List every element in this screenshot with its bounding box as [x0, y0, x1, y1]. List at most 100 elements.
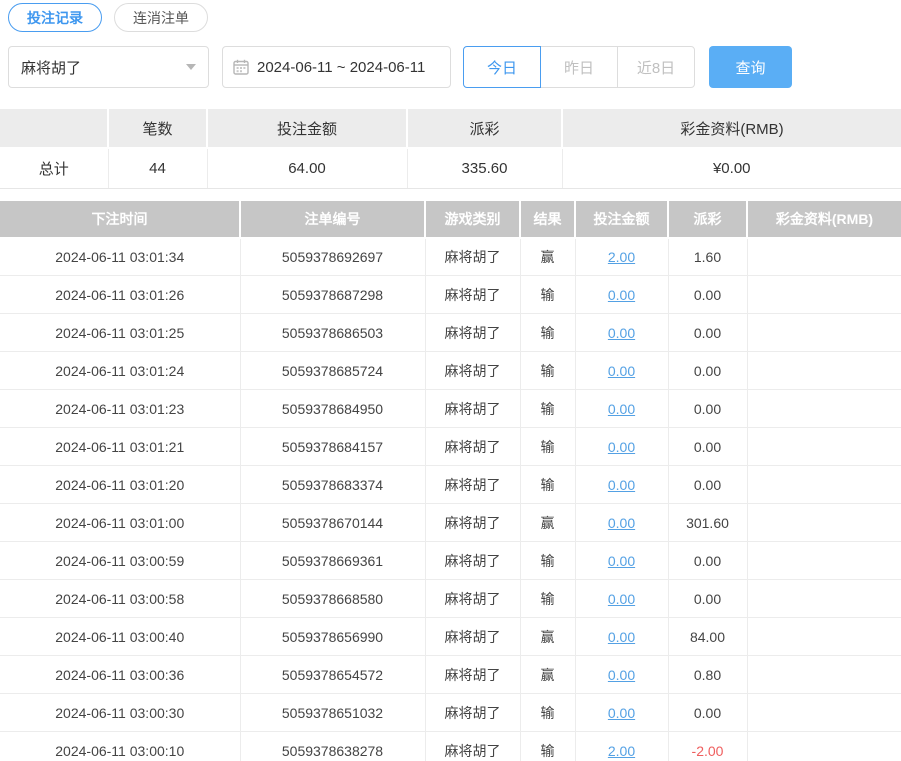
cell-id: 5059378687298 — [240, 275, 426, 314]
table-row: 2024-06-11 03:01:25 5059378686503 麻将胡了输 0.0… — [0, 313, 901, 352]
last-8-days-button[interactable]: 近8日 — [617, 46, 695, 88]
cell-id: 5059378668580 — [240, 579, 426, 618]
bet-amount-link[interactable]: 0.00 — [608, 363, 635, 379]
bet-amount-link[interactable]: 0.00 — [608, 401, 635, 417]
cell-payout: 0.00 — [668, 351, 748, 390]
cell-payout: 0.80 — [668, 655, 748, 694]
table-row: 2024-06-11 03:01:20 5059378683374 麻将胡了输 0.0… — [0, 465, 901, 504]
header-game-type: 游戏类别 — [425, 200, 521, 238]
cell-bet: 2.00 — [575, 236, 669, 276]
cell-result: 赢 — [520, 236, 576, 276]
cell-time: 2024-06-11 03:00:36 — [0, 655, 241, 694]
cell-time: 2024-06-11 03:00:58 — [0, 579, 241, 618]
cell-game: 麻将胡了 — [425, 731, 521, 761]
tab-bet-records-label: 投注记录 — [27, 9, 83, 26]
quick-date-button-group: 今日 昨日 近8日 — [463, 46, 695, 88]
tab-bet-records[interactable]: 投注记录 — [8, 3, 102, 32]
cell-id: 5059378684157 — [240, 427, 426, 466]
cell-id: 5059378684950 — [240, 389, 426, 428]
cell-time: 2024-06-11 03:01:25 — [0, 313, 241, 352]
cell-id: 5059378638278 — [240, 731, 426, 761]
cell-bonus — [747, 541, 901, 580]
cell-time: 2024-06-11 03:01:26 — [0, 275, 241, 314]
cell-bonus — [747, 389, 901, 428]
summary-header-count: 笔数 — [108, 109, 208, 148]
cell-bet: 2.00 — [575, 731, 669, 761]
today-button[interactable]: 今日 — [463, 46, 541, 88]
cell-game: 麻将胡了 — [425, 655, 521, 694]
summary-total-payout: 335.60 — [407, 147, 563, 189]
search-button[interactable]: 查询 — [709, 46, 792, 88]
bet-amount-link[interactable]: 0.00 — [608, 325, 635, 341]
cell-game: 麻将胡了 — [425, 503, 521, 542]
cell-bet: 0.00 — [575, 503, 669, 542]
cell-bonus — [747, 313, 901, 352]
top-tabs: 投注记录 连消注单 — [0, 0, 901, 32]
summary-total-row: 总计 44 64.00 335.60 ¥0.00 — [0, 147, 901, 189]
cell-result: 输 — [520, 731, 576, 761]
game-type-select[interactable]: 麻将胡了 — [8, 46, 209, 88]
bet-amount-link[interactable]: 0.00 — [608, 705, 635, 721]
table-row: 2024-06-11 03:01:00 5059378670144 麻将胡了赢 0.0… — [0, 503, 901, 542]
cell-result: 输 — [520, 351, 576, 390]
summary-total-bet-amount: 64.00 — [207, 147, 408, 189]
cell-bet: 0.00 — [575, 655, 669, 694]
cell-bonus — [747, 427, 901, 466]
cell-payout: 84.00 — [668, 617, 748, 656]
cell-time: 2024-06-11 03:00:59 — [0, 541, 241, 580]
cell-time: 2024-06-11 03:01:23 — [0, 389, 241, 428]
bet-amount-link[interactable]: 0.00 — [608, 477, 635, 493]
date-range-picker[interactable]: 2024-06-11 ~ 2024-06-11 — [222, 46, 451, 88]
date-range-value: 2024-06-11 ~ 2024-06-11 — [257, 58, 426, 76]
bet-table-body: 2024-06-11 03:01:34 5059378692697 麻将胡了赢 2.0… — [0, 236, 901, 761]
bet-amount-link[interactable]: 0.00 — [608, 629, 635, 645]
cell-id: 5059378670144 — [240, 503, 426, 542]
cell-result: 输 — [520, 427, 576, 466]
cell-result: 输 — [520, 541, 576, 580]
summary-header-payout: 派彩 — [407, 109, 563, 148]
cell-id: 5059378692697 — [240, 236, 426, 276]
table-row: 2024-06-11 03:01:24 5059378685724 麻将胡了输 0.0… — [0, 351, 901, 390]
header-bet-id: 注单编号 — [240, 200, 426, 238]
cell-payout: 0.00 — [668, 579, 748, 618]
cell-payout: 0.00 — [668, 389, 748, 428]
tab-cancelled-bets[interactable]: 连消注单 — [114, 3, 208, 32]
header-bet-time: 下注时间 — [0, 200, 241, 238]
cell-result: 输 — [520, 275, 576, 314]
table-row: 2024-06-11 03:00:59 5059378669361 麻将胡了输 0.0… — [0, 541, 901, 580]
bet-amount-link[interactable]: 2.00 — [608, 743, 635, 759]
cell-id: 5059378651032 — [240, 693, 426, 732]
cell-game: 麻将胡了 — [425, 693, 521, 732]
cell-game: 麻将胡了 — [425, 541, 521, 580]
header-payout: 派彩 — [668, 200, 748, 238]
table-row: 2024-06-11 03:00:36 5059378654572 麻将胡了赢 0.0… — [0, 655, 901, 694]
calendar-icon — [233, 59, 249, 75]
table-row: 2024-06-11 03:01:26 5059378687298 麻将胡了输 0.0… — [0, 275, 901, 314]
cell-result: 赢 — [520, 655, 576, 694]
yesterday-button[interactable]: 昨日 — [540, 46, 618, 88]
cell-time: 2024-06-11 03:01:20 — [0, 465, 241, 504]
bet-amount-link[interactable]: 2.00 — [608, 249, 635, 265]
cell-bet: 0.00 — [575, 389, 669, 428]
summary-table: 笔数 投注金额 派彩 彩金资料(RMB) 总计 44 64.00 335.60 … — [0, 109, 901, 189]
cell-bet: 0.00 — [575, 465, 669, 504]
bet-amount-link[interactable]: 0.00 — [608, 591, 635, 607]
bet-amount-link[interactable]: 0.00 — [608, 667, 635, 683]
cell-payout: 0.00 — [668, 693, 748, 732]
cell-id: 5059378654572 — [240, 655, 426, 694]
bet-amount-link[interactable]: 0.00 — [608, 515, 635, 531]
cell-bet: 0.00 — [575, 427, 669, 466]
bet-amount-link[interactable]: 0.00 — [608, 287, 635, 303]
table-row: 2024-06-11 03:00:10 5059378638278 麻将胡了输 2.0… — [0, 731, 901, 761]
cell-bonus — [747, 351, 901, 390]
summary-header-row: 笔数 投注金额 派彩 彩金资料(RMB) — [0, 109, 901, 148]
cell-bonus — [747, 579, 901, 618]
cell-time: 2024-06-11 03:01:21 — [0, 427, 241, 466]
bet-amount-link[interactable]: 0.00 — [608, 439, 635, 455]
cell-bonus — [747, 731, 901, 761]
cell-result: 输 — [520, 579, 576, 618]
cell-game: 麻将胡了 — [425, 617, 521, 656]
bet-amount-link[interactable]: 0.00 — [608, 553, 635, 569]
cell-payout: 0.00 — [668, 313, 748, 352]
cell-game: 麻将胡了 — [425, 465, 521, 504]
